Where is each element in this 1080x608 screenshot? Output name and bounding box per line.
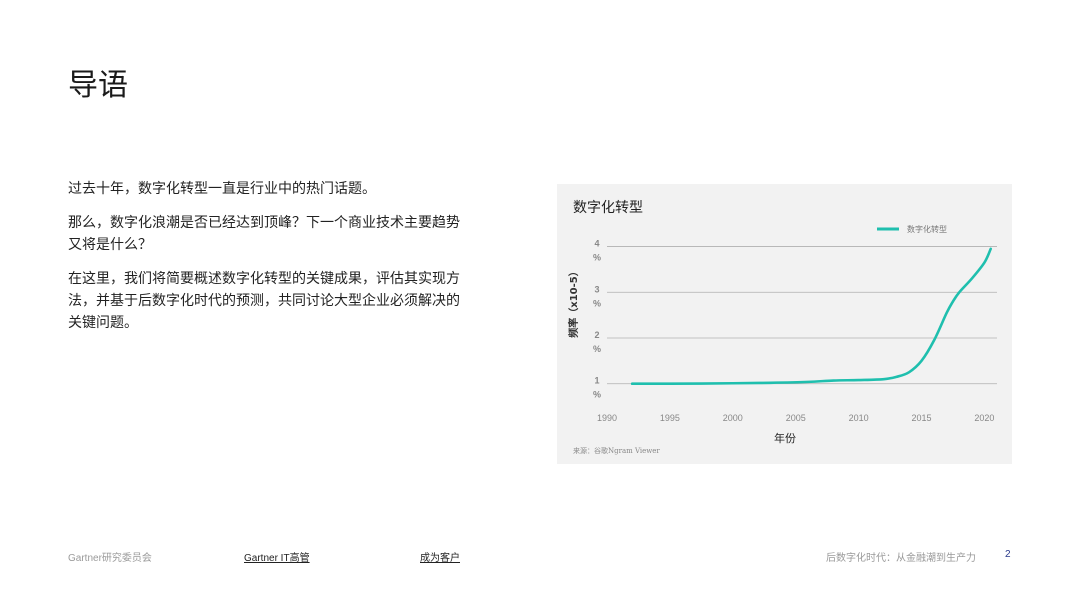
chart-panel: 数字化转型 数字化转型 1% 2% 3% 4% 1990 1995 2000 2005 2010 20… [557,184,1012,464]
x-tick-label: 2005 [786,413,806,423]
legend-label: 数字化转型 [907,224,947,234]
y-tick-label: 4 [594,239,599,249]
x-axis-label: 年份 [774,431,796,445]
y-tick-unit: % [593,390,601,400]
footer-org: Gartner研究委员会 [68,553,152,564]
y-tick-unit: % [593,253,601,263]
y-tick-label: 1 [594,376,599,386]
y-axis-label: 频率（x10-5） [567,266,580,337]
page-title: 导语 [68,68,128,103]
y-tick-unit: % [593,344,601,354]
x-tick-label: 2020 [974,413,994,423]
footer-doc-title: 后数字化时代：从金融潮到生产力 [826,553,976,564]
y-tick-label: 2 [594,330,599,340]
chart-source: 来源：谷歌Ngram Viewer [573,446,660,455]
footer-link-it-executives[interactable]: Gartner IT高管 [244,549,310,564]
line-chart: 数字化转型数字化转型1%2%3%4%1990 1995 2000 2005 2010 20… [567,200,997,455]
y-tick-unit: % [593,298,601,308]
y-tick-label: 3 [594,284,599,294]
page-number: 2 [1005,549,1011,560]
x-tick-label: 2010 [849,413,869,423]
intro-paragraph-2: 那么，数字化浪潮是否已经达到顶峰？下一个商业技术主要趋势又将是什么？ [68,215,460,253]
intro-paragraph-3: 在这里，我们将简要概述数字化转型的关键成果，评估其实现方法，并基于后数字化时代的… [68,271,460,331]
chart-title: 数字化转型 [573,200,643,216]
x-tick-label: 2000 [723,413,743,423]
x-tick-label: 1995 [660,413,680,423]
footer-link-become-client[interactable]: 成为客户 [420,549,460,564]
series-line [630,247,993,386]
intro-text: 过去十年，数字化转型一直是行业中的热门话题。 那么，数字化浪潮是否已经达到顶峰？… [68,178,468,346]
x-tick-label: 1990 [597,413,617,423]
x-tick-label: 2015 [912,413,932,423]
intro-paragraph-1: 过去十年，数字化转型一直是行业中的热门话题。 [68,181,376,197]
